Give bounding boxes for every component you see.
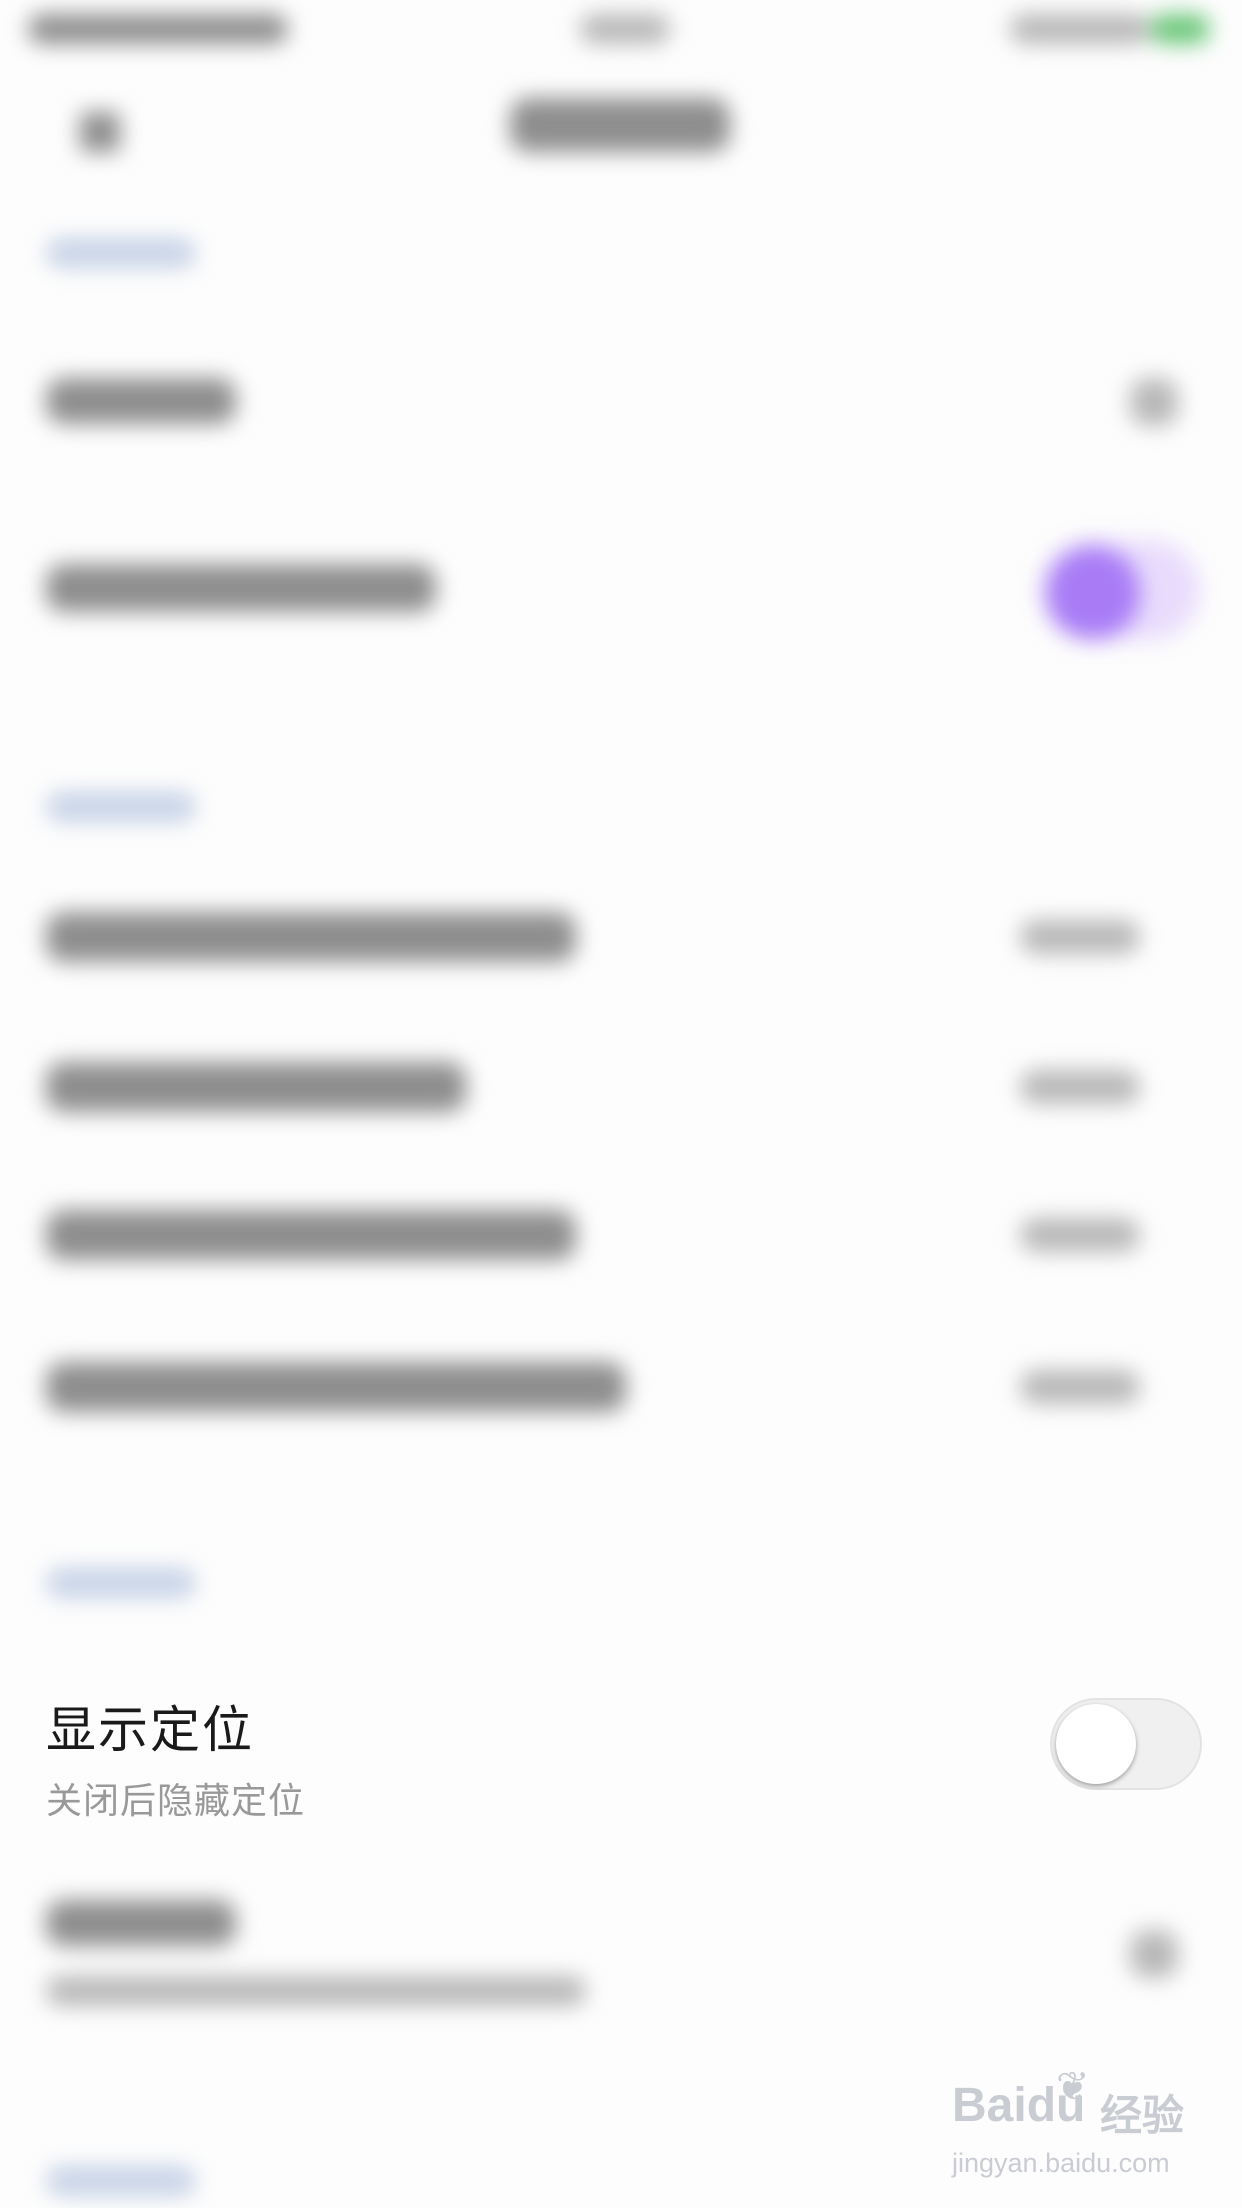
battery-icon <box>1150 14 1210 44</box>
back-arrow-icon[interactable] <box>80 112 120 152</box>
toggle-knob <box>1056 1704 1136 1784</box>
chevron-right-icon <box>1130 1930 1178 1978</box>
watermark-logo-cn: 经验 <box>1100 2091 1185 2140</box>
status-bar-battery <box>1010 14 1150 44</box>
settings-item-value <box>1020 920 1140 954</box>
settings-item-label <box>46 1362 626 1412</box>
settings-item-value <box>1020 1370 1140 1404</box>
show-location-toggle[interactable] <box>1050 1698 1202 1790</box>
toggle-knob <box>1046 546 1140 640</box>
paw-icon: ❦ <box>1056 2064 1090 2110</box>
settings-item-label <box>46 1900 236 1946</box>
watermark-url: jingyan.baidu.com <box>952 2148 1170 2178</box>
settings-item-label <box>46 378 236 424</box>
status-bar-time <box>580 14 670 44</box>
baidu-watermark: Baidu ❦ 经验 jingyan.baidu.com <box>952 2064 1192 2188</box>
settings-item-value <box>1020 1218 1140 1252</box>
section-header <box>46 1568 196 1598</box>
settings-item-label <box>46 564 436 612</box>
show-location-subtitle: 关闭后隐藏定位 <box>46 1781 306 1822</box>
page-title <box>510 98 730 152</box>
settings-item-value <box>1020 1070 1140 1104</box>
settings-item-label <box>46 1210 576 1260</box>
blurred-background <box>0 0 1242 2208</box>
show-location-row[interactable]: 显示定位 关闭后隐藏定位 <box>0 1660 1242 1830</box>
section-header <box>46 238 196 268</box>
section-header <box>46 2166 196 2196</box>
settings-item-label <box>46 912 576 962</box>
settings-item-subtitle <box>46 1976 586 2006</box>
settings-item-label <box>46 1062 466 1112</box>
chevron-right-icon <box>1130 378 1178 426</box>
show-location-title: 显示定位 <box>46 1701 254 1759</box>
section-header <box>46 792 196 822</box>
status-bar-carrier <box>28 14 288 44</box>
